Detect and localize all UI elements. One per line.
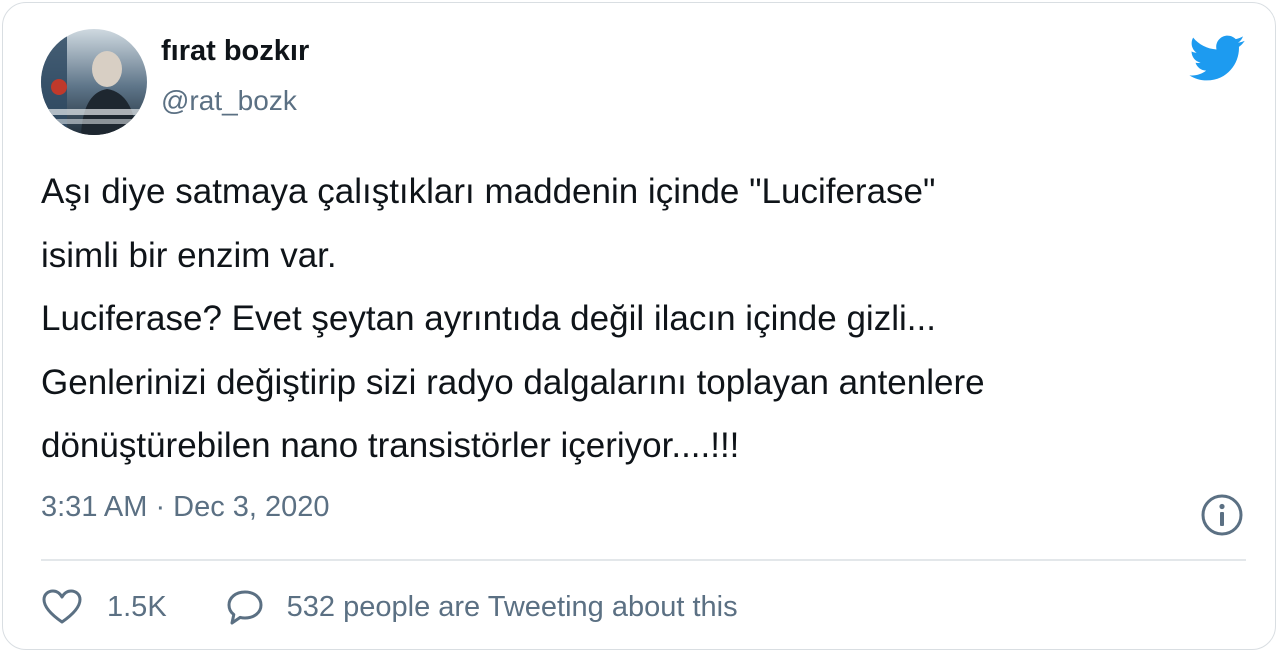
info-icon[interactable] (1200, 493, 1244, 537)
tweet-line: Luciferase? Evet şeytan ayrıntıda değil … (41, 299, 936, 338)
avatar[interactable] (41, 29, 147, 135)
tweet-line: Aşı diye satmaya çalıştıkları maddenin i… (41, 172, 936, 211)
tweeting-about-this-link: 532 people are Tweeting about this (286, 590, 738, 623)
like-count: 1.5K (107, 590, 167, 623)
author-display-name[interactable]: fırat bozkır (161, 35, 309, 68)
speech-bubble-icon (227, 590, 263, 625)
divider (41, 559, 1246, 561)
reply-button[interactable]: 532 people are Tweeting about this (225, 587, 738, 627)
author-handle[interactable]: @rat_bozk (161, 85, 297, 117)
tweet-text: Aşı diye satmaya çalıştıkları maddenin i… (41, 160, 1251, 478)
tweet-timestamp[interactable]: 3:31 AM · Dec 3, 2020 (41, 491, 330, 524)
avatar-image (41, 29, 147, 135)
tweet-card: fırat bozkır @rat_bozk Aşı diye satmaya … (2, 2, 1276, 650)
tweet-line: Genlerinizi değiştirip sizi radyo dalgal… (41, 362, 985, 402)
tweet-line: dönüştürebilen nano transistörler içeriy… (41, 426, 740, 465)
like-button[interactable]: 1.5K (41, 588, 167, 626)
twitter-bird-icon[interactable] (1189, 35, 1245, 81)
heart-icon (42, 589, 82, 624)
tweet-line: isimli bir enzim var. (41, 235, 337, 275)
tweet-actions: 1.5K 532 people are Tweeting about this (41, 585, 738, 629)
